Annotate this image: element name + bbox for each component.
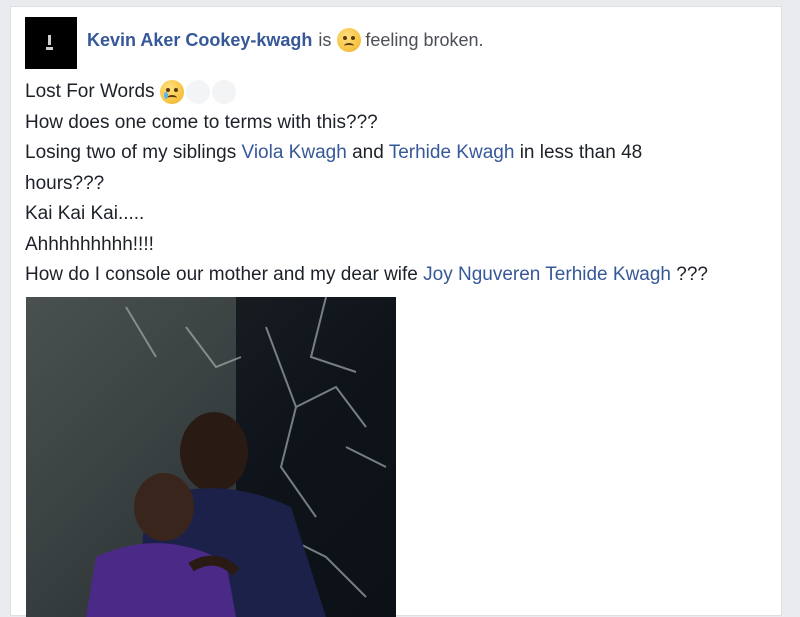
post-line-6: Ahhhhhhhhh!!!! — [25, 233, 154, 255]
confounded-face-icon — [337, 28, 362, 52]
author-name-link[interactable]: Kevin Aker Cookey-kwagh — [87, 30, 312, 51]
blank-emoji-icon — [211, 79, 236, 104]
post-line-7: How do I console our mother and my dear … — [25, 260, 775, 291]
avatar-mark — [48, 35, 51, 45]
post-body: Lost For Words How does one come to term… — [25, 77, 775, 291]
tagged-user-viola-link[interactable]: Viola Kwagh — [242, 142, 347, 163]
post-line-1: Lost For Words — [25, 77, 775, 108]
post-line-2: How does one come to terms with this??? — [25, 111, 378, 133]
post-card: Kevin Aker Cookey-kwagh is feeling broke… — [10, 6, 782, 617]
post-header-text: Kevin Aker Cookey-kwagh is feeling broke… — [87, 28, 484, 52]
post-line-3-text-a: Losing two of my siblings — [25, 142, 237, 163]
post-line-1-text: Lost For Words — [25, 81, 155, 102]
tagged-user-joy-link[interactable]: Joy Nguveren Terhide Kwagh — [423, 264, 671, 285]
avatar-mark-base — [46, 47, 53, 50]
post-line-4: hours??? — [25, 172, 105, 194]
is-word: is — [318, 29, 332, 50]
crying-face-icon — [159, 79, 184, 104]
post-header: Kevin Aker Cookey-kwagh is feeling broke… — [25, 17, 484, 69]
post-line-7-text-b: ??? — [676, 264, 708, 285]
feeling-text: feeling broken. — [365, 29, 484, 50]
post-line-3-and: and — [352, 142, 384, 163]
tagged-user-terhide-link[interactable]: Terhide Kwagh — [389, 142, 515, 163]
post-line-5: Kai Kai Kai..... — [25, 203, 145, 224]
post-line-7-text-a: How do I console our mother and my dear … — [25, 264, 418, 285]
post-photo[interactable] — [26, 297, 396, 617]
post-photo-graphic — [26, 297, 396, 617]
post-line-3: Losing two of my siblings Viola Kwagh an… — [25, 138, 775, 169]
post-line-3-text-b: in less than 48 — [519, 142, 643, 163]
avatar[interactable] — [25, 17, 77, 69]
blank-emoji-icon — [185, 79, 210, 104]
